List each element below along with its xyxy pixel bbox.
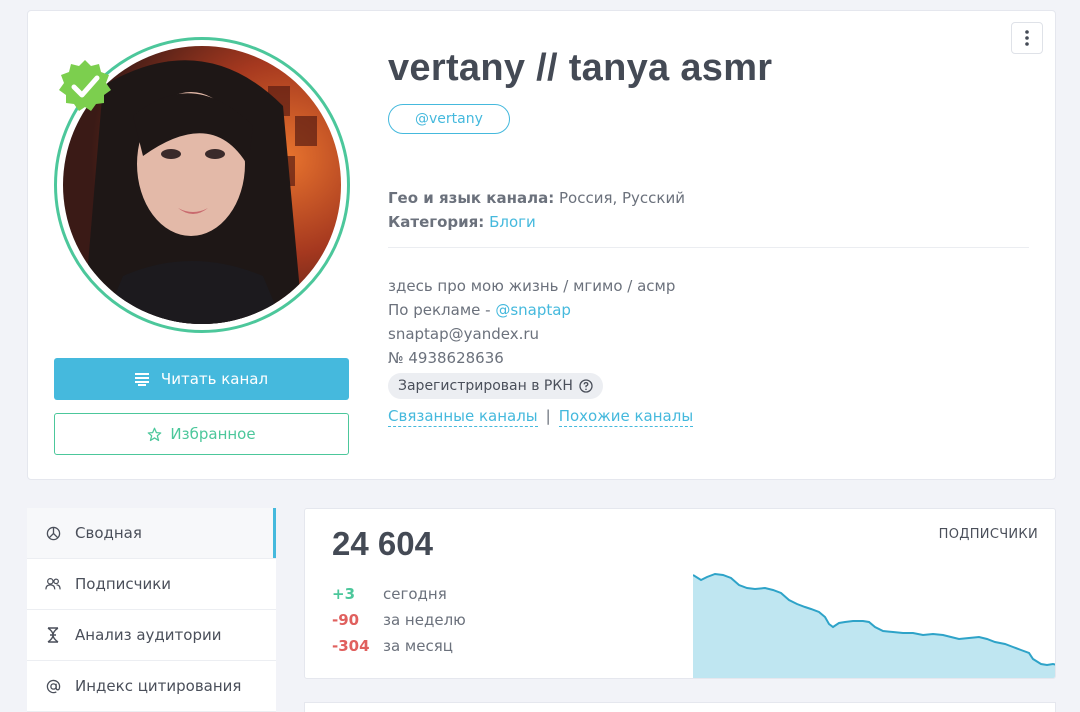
subscribers-stats-card: 24 604 ПОДПИСЧИКИ +3 сегодня -90 за неде…	[304, 508, 1056, 679]
sidebar-item-label: Сводная	[75, 524, 142, 542]
delta-today-row: +3 сегодня	[332, 585, 447, 603]
related-links: Связанные каналы | Похожие каналы	[388, 407, 694, 427]
star-icon	[148, 427, 162, 441]
more-menu-button[interactable]	[1011, 22, 1043, 54]
channel-title: vertany // tanya asmr	[388, 47, 773, 89]
sidebar-item-summary[interactable]: Сводная	[27, 508, 276, 559]
delta-today-value: +3	[332, 585, 356, 603]
geo-row: Гео и язык канала: Россия, Русский	[388, 189, 685, 207]
favorite-label: Избранное	[170, 425, 256, 443]
chart-pie-icon	[45, 525, 61, 541]
links-separator: |	[545, 407, 551, 425]
delta-today-label: сегодня	[383, 585, 447, 603]
registry-number: № 4938628636	[388, 349, 504, 367]
category-label: Категория:	[388, 213, 485, 231]
related-channels-link[interactable]: Связанные каналы	[388, 407, 538, 427]
next-card-edge	[304, 702, 1056, 712]
rkn-label: Зарегистрирован в РКН	[398, 378, 573, 394]
favorite-button[interactable]: Избранное	[54, 413, 349, 455]
more-vertical-icon	[1025, 30, 1029, 46]
stats-title: ПОДПИСЧИКИ	[938, 527, 1038, 542]
channel-avatar-wrap	[54, 37, 350, 333]
delta-week-label: за неделю	[383, 611, 466, 629]
read-channel-label: Читать канал	[160, 370, 269, 388]
at-icon	[45, 678, 61, 694]
read-channel-button[interactable]: Читать канал	[54, 358, 349, 400]
subscriber-count: 24 604	[332, 525, 433, 562]
email-text: snaptap@yandex.ru	[388, 325, 540, 343]
delta-month-row: -304 за месяц	[332, 637, 453, 655]
ads-contact-row: По рекламе - @snaptap	[388, 301, 571, 319]
users-icon	[45, 576, 61, 592]
rkn-badge[interactable]: Зарегистрирован в РКН	[388, 373, 603, 399]
sidebar-item-subscribers[interactable]: Подписчики	[27, 559, 276, 610]
sidebar-item-citation[interactable]: Индекс цитирования	[27, 661, 276, 712]
delta-month-label: за месяц	[383, 637, 453, 655]
help-circle-icon	[579, 379, 593, 393]
geo-label: Гео и язык канала:	[388, 189, 555, 207]
ads-contact-link[interactable]: @snaptap	[495, 301, 571, 319]
delta-month-value: -304	[332, 637, 370, 655]
sidebar: Сводная Подписчики Анализ аудитории Инде…	[27, 508, 276, 712]
list-icon	[134, 373, 149, 386]
delta-week-value: -90	[332, 611, 360, 629]
channel-handle-badge[interactable]: @vertany	[388, 104, 510, 134]
sidebar-item-audience[interactable]: Анализ аудитории	[27, 610, 276, 661]
subscriber-sparkline	[693, 572, 1055, 678]
delta-week-row: -90 за неделю	[332, 611, 466, 629]
verified-badge-icon	[59, 60, 111, 111]
geo-value: Россия, Русский	[558, 189, 685, 207]
sidebar-item-label: Подписчики	[75, 575, 172, 593]
ads-prefix: По рекламе -	[388, 301, 491, 319]
dna-icon	[45, 627, 61, 643]
sidebar-item-label: Анализ аудитории	[75, 626, 222, 644]
channel-card: Читать канал Избранное vertany // tanya …	[27, 10, 1056, 480]
category-link[interactable]: Блоги	[489, 213, 536, 231]
divider	[388, 247, 1029, 248]
sidebar-item-label: Индекс цитирования	[75, 677, 242, 695]
description-line: здесь про мою жизнь / мгимо / асмр	[388, 277, 676, 295]
category-row: Категория: Блоги	[388, 213, 536, 231]
similar-channels-link[interactable]: Похожие каналы	[558, 407, 694, 427]
